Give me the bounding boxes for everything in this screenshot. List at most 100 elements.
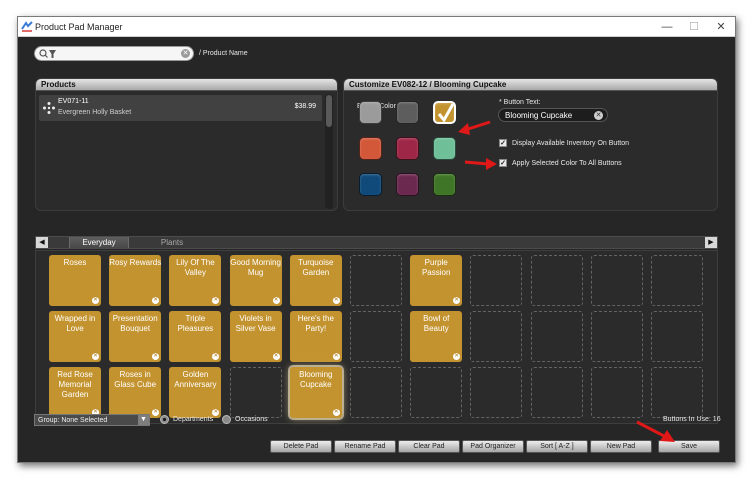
scrollbar-thumb[interactable] (326, 95, 332, 127)
products-panel-title: Products (36, 79, 337, 91)
remove-button-icon[interactable]: ✕ (212, 353, 220, 360)
window-title: Product Pad Manager (35, 22, 123, 32)
empty-pad-slot[interactable] (651, 311, 703, 362)
drag-move-icon[interactable] (42, 101, 56, 115)
empty-pad-slot[interactable] (350, 311, 402, 362)
empty-pad-slot[interactable] (530, 255, 583, 306)
group-dropdown[interactable]: Group: None Selected ▼ (34, 414, 150, 426)
products-scrollbar[interactable] (325, 94, 333, 209)
color-swatch[interactable] (396, 137, 419, 160)
search-box[interactable]: ✕ (34, 46, 194, 61)
remove-button-icon[interactable]: ✕ (92, 353, 99, 360)
color-swatch[interactable] (359, 101, 382, 124)
departments-radio[interactable] (160, 415, 169, 424)
sort-az-button[interactable]: Sort [ A-Z ] (526, 440, 588, 453)
clear-pad-button[interactable]: Clear Pad (398, 440, 460, 453)
delete-pad-button[interactable]: Delete Pad (270, 440, 332, 453)
occasions-radio[interactable] (222, 415, 231, 424)
remove-button-icon[interactable]: ✕ (272, 353, 280, 360)
tab-scroll-left-icon[interactable]: ◀ (36, 237, 48, 248)
product-row[interactable]: EV071-11 Evergreen Holly Basket $38.99 (39, 95, 322, 121)
pad-button-label: Lily Of The Valley (176, 258, 215, 277)
remove-button-icon[interactable]: ✕ (272, 297, 280, 304)
remove-button-icon[interactable]: ✕ (152, 297, 160, 304)
pad-button[interactable]: Triple Pleasures ✕ (169, 311, 222, 362)
remove-button-icon[interactable]: ✕ (332, 409, 340, 416)
remove-button-icon[interactable]: ✕ (332, 297, 340, 304)
empty-pad-slot[interactable] (350, 255, 402, 306)
pad-button[interactable]: Blooming Cupcake ✕ (289, 367, 342, 418)
color-swatch[interactable] (359, 137, 382, 160)
pad-button-label: Roses in Glass Cube (114, 370, 157, 389)
remove-button-icon[interactable]: ✕ (152, 409, 160, 416)
pad-button[interactable]: Turquoise Garden ✕ (289, 255, 342, 306)
empty-pad-slot[interactable] (470, 255, 523, 306)
color-swatch[interactable] (396, 173, 419, 196)
minimize-button[interactable]: — (658, 20, 676, 34)
search-input[interactable] (59, 48, 177, 59)
remove-button-icon[interactable]: ✕ (212, 409, 220, 416)
pad-button[interactable]: Lily Of The Valley ✕ (169, 255, 222, 306)
color-swatch[interactable] (396, 101, 419, 124)
dropdown-arrow-icon[interactable]: ▼ (138, 415, 149, 425)
empty-pad-slot[interactable] (651, 255, 703, 306)
remove-button-icon[interactable]: ✕ (212, 297, 220, 304)
pad-button[interactable]: Violets in Silver Vase ✕ (229, 311, 282, 362)
pad-button[interactable]: Presentation Bouquet ✕ (109, 311, 162, 362)
remove-button-icon[interactable]: ✕ (453, 353, 461, 360)
app-logo-icon (21, 21, 33, 32)
apply-color-checkbox[interactable]: ✓ (499, 159, 507, 167)
maximize-button[interactable]: ☐ (685, 20, 703, 34)
clear-search-icon[interactable]: ✕ (181, 49, 190, 58)
empty-pad-slot[interactable] (590, 311, 643, 362)
empty-pad-slot[interactable] (470, 367, 523, 418)
tab-plants[interactable]: Plants (142, 237, 202, 248)
pad-button-label: Good Morning Mug (230, 258, 281, 277)
display-inventory-checkbox[interactable]: ✓ (499, 139, 507, 147)
customize-panel: Customize EV082-12 / Blooming Cupcake Bu… (343, 78, 718, 211)
pad-button-label: Turquoise Garden (298, 258, 334, 277)
pad-button[interactable]: Rosy Rewards ✕ (109, 255, 161, 306)
button-text-input[interactable] (505, 110, 595, 121)
empty-pad-slot[interactable] (590, 367, 643, 418)
empty-pad-slot[interactable] (651, 367, 703, 418)
empty-pad-slot[interactable] (350, 367, 402, 418)
pad-button[interactable]: Golden Anniversary ✕ (169, 367, 222, 418)
pad-button-label: Purple Passion (421, 258, 451, 277)
occasions-radio-label: Occasions (235, 416, 268, 423)
clear-text-icon[interactable]: ✕ (594, 111, 603, 120)
pad-button[interactable]: Roses ✕ (49, 255, 101, 306)
pad-button[interactable]: Roses in Glass Cube ✕ (109, 367, 162, 418)
button-text-box[interactable]: ✕ (498, 108, 608, 122)
pad-button[interactable]: Purple Passion ✕ (410, 255, 463, 306)
annotation-arrow-icon (636, 420, 675, 442)
empty-pad-slot[interactable] (530, 311, 583, 362)
close-button[interactable]: ✕ (712, 20, 730, 34)
remove-button-icon[interactable]: ✕ (453, 297, 461, 304)
tab-scroll-right-icon[interactable]: ▶ (705, 237, 717, 248)
empty-pad-slot[interactable] (229, 367, 282, 418)
annotation-arrow-icon (464, 158, 497, 170)
pad-button[interactable]: Red Rose Memorial Garden ✕ (49, 367, 101, 418)
pad-button[interactable]: Good Morning Mug ✕ (229, 255, 282, 306)
pad-button[interactable]: Wrapped in Love ✕ (49, 311, 101, 362)
color-swatch[interactable] (433, 173, 456, 196)
tab-everyday[interactable]: Everyday (69, 237, 129, 248)
empty-pad-slot[interactable] (590, 255, 643, 306)
remove-button-icon[interactable]: ✕ (92, 297, 99, 304)
pad-button[interactable]: Bowl of Beauty ✕ (410, 311, 463, 362)
color-swatch[interactable] (433, 137, 456, 160)
pad-button[interactable]: Here's the Party! ✕ (289, 311, 342, 362)
color-swatch[interactable] (359, 173, 382, 196)
empty-pad-slot[interactable] (530, 367, 583, 418)
empty-pad-slot[interactable] (470, 311, 523, 362)
rename-pad-button[interactable]: Rename Pad (334, 440, 396, 453)
product-code: EV071-11 (58, 98, 89, 105)
color-swatch[interactable] (433, 101, 456, 124)
remove-button-icon[interactable]: ✕ (152, 353, 160, 360)
pad-button-label: Golden Anniversary (174, 370, 217, 389)
remove-button-icon[interactable]: ✕ (332, 353, 340, 360)
pad-organizer-button[interactable]: Pad Organizer (462, 440, 524, 453)
customize-panel-title: Customize EV082-12 / Blooming Cupcake (344, 79, 717, 91)
empty-pad-slot[interactable] (410, 367, 463, 418)
